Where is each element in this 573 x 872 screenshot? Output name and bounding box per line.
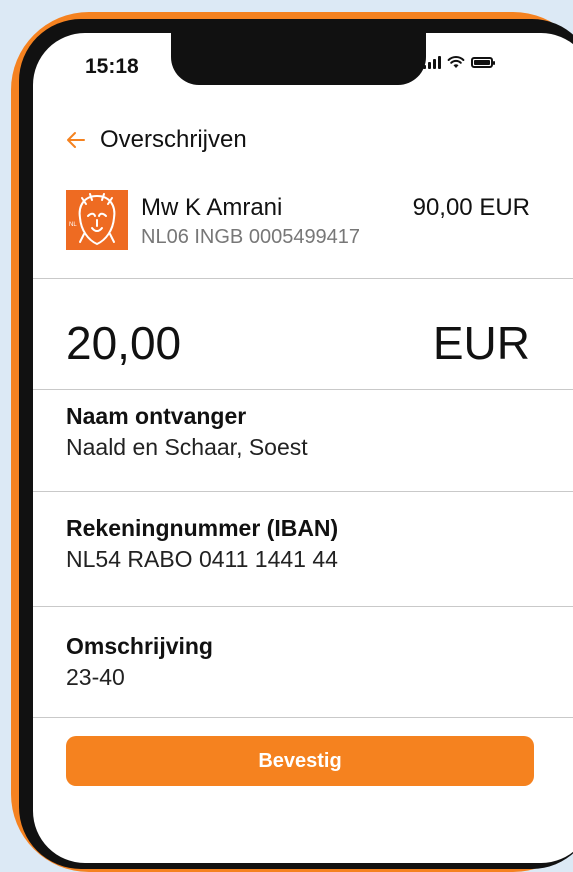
status-time: 15:18 (85, 55, 139, 78)
divider (33, 717, 573, 718)
field-iban[interactable]: Rekeningnummer (IBAN) NL54 RABO 0411 144… (66, 513, 536, 575)
divider (33, 389, 573, 390)
status-icons (423, 55, 495, 69)
confirm-button[interactable]: Bevestig (66, 736, 534, 786)
ing-lion-logo: NL (66, 190, 128, 250)
field-value: 23-40 (66, 664, 125, 690)
phone-screen: 15:18 Overschrijven NL Mw K Amrani 90,00… (33, 33, 573, 863)
divider (33, 606, 573, 607)
field-label: Naam ontvanger (66, 403, 247, 429)
page-header: Overschrijven (66, 126, 247, 154)
field-value: Naald en Schaar, Soest (66, 434, 308, 460)
amount-currency: EUR (432, 317, 530, 369)
field-value: NL54 RABO 0411 1441 44 (66, 546, 338, 572)
amount-input[interactable]: 20,00 EUR (66, 316, 530, 376)
arrow-left-icon[interactable] (66, 130, 86, 150)
svg-text:NL: NL (69, 222, 77, 228)
source-account[interactable]: NL Mw K Amrani 90,00 EUR NL06 INGB 00054… (66, 190, 530, 250)
wifi-icon (447, 56, 465, 68)
account-name: Mw K Amrani (141, 194, 283, 221)
divider (33, 278, 573, 279)
cellular-signal-icon (423, 55, 441, 69)
battery-icon (471, 56, 495, 68)
field-label: Rekeningnummer (IBAN) (66, 515, 339, 541)
account-iban: NL06 INGB 0005499417 (141, 226, 361, 248)
page-title: Overschrijven (100, 126, 247, 153)
phone-notch (171, 33, 426, 85)
field-description[interactable]: Omschrijving 23-40 (66, 631, 536, 693)
account-balance: 90,00 EUR (412, 194, 530, 221)
field-recipient-name[interactable]: Naam ontvanger Naald en Schaar, Soest (66, 401, 536, 463)
amount-value: 20,00 (66, 317, 182, 369)
divider (33, 491, 573, 492)
field-label: Omschrijving (66, 633, 213, 659)
